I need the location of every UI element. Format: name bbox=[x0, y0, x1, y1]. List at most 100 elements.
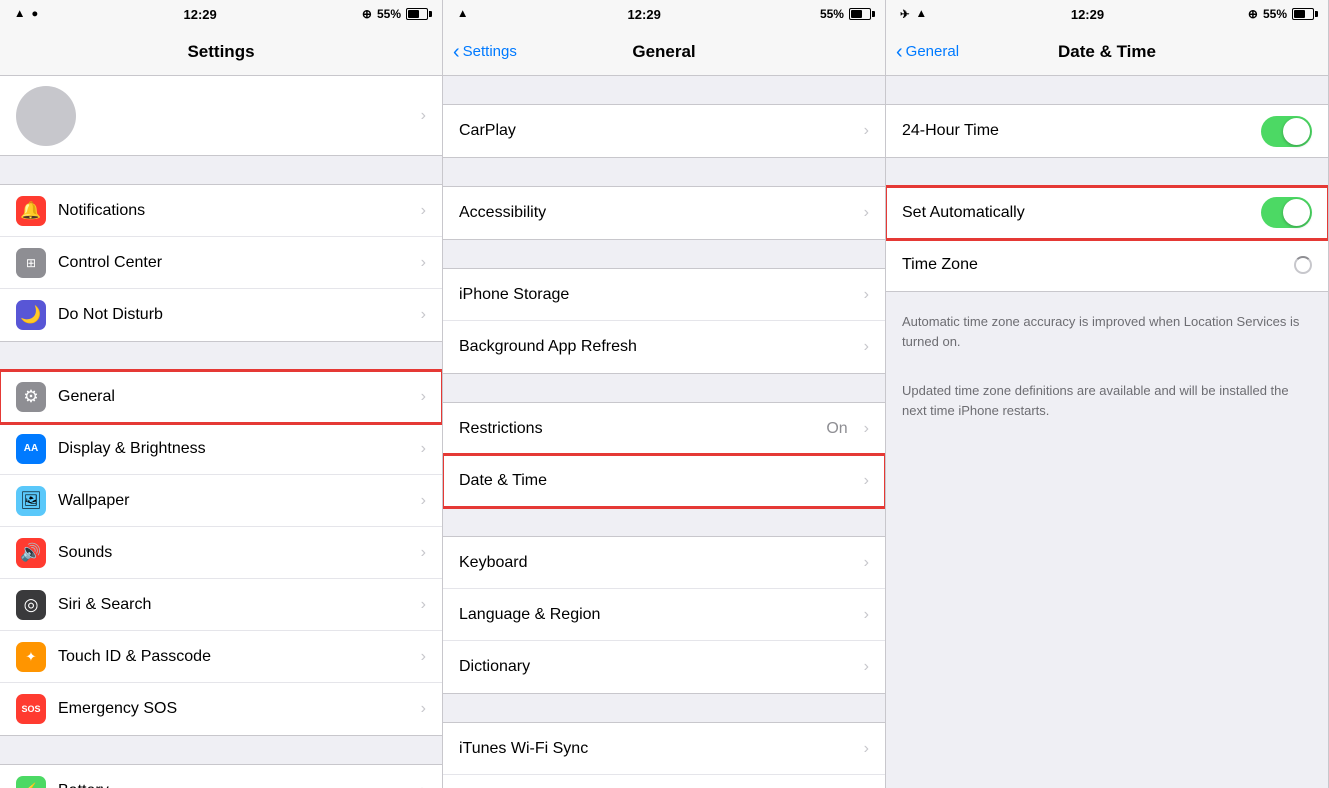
settings-group-3: ⚡ Battery › ✋ Privacy › bbox=[0, 764, 442, 788]
plane-icon: ✈ bbox=[900, 7, 910, 21]
nav-bar-1: Settings bbox=[0, 28, 442, 76]
set-auto-label: Set Automatically bbox=[902, 204, 1261, 222]
status-bar-1: ▲ ● 12:29 ⊕ 55% bbox=[0, 0, 442, 28]
general-group-2: Accessibility › bbox=[443, 186, 885, 240]
restrictions-label: Restrictions bbox=[459, 420, 814, 438]
avatar bbox=[16, 86, 76, 146]
row-touch-id[interactable]: ✦ Touch ID & Passcode › bbox=[0, 631, 442, 683]
battery-row-icon: ⚡ bbox=[16, 776, 46, 788]
settings-panel: ▲ ● 12:29 ⊕ 55% Settings › 🔔 Notificatio… bbox=[0, 0, 443, 788]
battery-percent-2: 55% bbox=[820, 7, 844, 21]
control-center-chevron: › bbox=[421, 254, 426, 272]
date-time-chevron: › bbox=[864, 472, 869, 490]
row-vpn[interactable]: VPN Not Connected › bbox=[443, 775, 885, 788]
dt-group-1: 24-Hour Time bbox=[886, 104, 1328, 158]
row-itunes-wifi-sync[interactable]: iTunes Wi-Fi Sync › bbox=[443, 723, 885, 775]
dt-back-label: General bbox=[906, 43, 959, 60]
sos-chevron: › bbox=[421, 700, 426, 718]
battery-icon-2 bbox=[849, 8, 871, 20]
row-sounds[interactable]: 🔊 Sounds › bbox=[0, 527, 442, 579]
wallpaper-chevron: › bbox=[421, 492, 426, 510]
wifi-icon: ▲ bbox=[14, 8, 25, 20]
dt-group-2: Set Automatically Time Zone bbox=[886, 186, 1328, 292]
row-battery[interactable]: ⚡ Battery › bbox=[0, 765, 442, 788]
row-siri[interactable]: ◎ Siri & Search › bbox=[0, 579, 442, 631]
dictionary-chevron: › bbox=[864, 658, 869, 676]
notifications-chevron: › bbox=[421, 202, 426, 220]
row-iphone-storage[interactable]: iPhone Storage › bbox=[443, 269, 885, 321]
battery-percent-3: 55% bbox=[1263, 7, 1287, 21]
general-label: General bbox=[58, 388, 409, 406]
row-24-hour-time[interactable]: 24-Hour Time bbox=[886, 105, 1328, 157]
row-bg-refresh[interactable]: Background App Refresh › bbox=[443, 321, 885, 373]
dt-scroll[interactable]: 24-Hour Time Set Automatically Time Zone… bbox=[886, 76, 1328, 788]
date-time-back-button[interactable]: ‹ General bbox=[896, 42, 959, 62]
general-group-1: CarPlay › bbox=[443, 104, 885, 158]
profile-row[interactable]: › bbox=[0, 76, 442, 156]
row-restrictions[interactable]: Restrictions On › bbox=[443, 403, 885, 455]
sounds-icon: 🔊 bbox=[16, 538, 46, 568]
status-right-3: ⊕ 55% bbox=[1248, 7, 1314, 21]
row-time-zone[interactable]: Time Zone bbox=[886, 239, 1328, 291]
dt-spacer-1 bbox=[886, 76, 1328, 104]
info-text-1: Automatic time zone accuracy is improved… bbox=[886, 302, 1328, 361]
row-notifications[interactable]: 🔔 Notifications › bbox=[0, 185, 442, 237]
row-keyboard[interactable]: Keyboard › bbox=[443, 537, 885, 589]
g-spacer-6 bbox=[443, 694, 885, 722]
dt-spacer-4 bbox=[886, 361, 1328, 371]
row-language-region[interactable]: Language & Region › bbox=[443, 589, 885, 641]
g-spacer-5 bbox=[443, 508, 885, 536]
g-spacer-3 bbox=[443, 240, 885, 268]
nav-title-3: Date & Time bbox=[1058, 42, 1156, 62]
status-right-1: ⊕ 55% bbox=[362, 7, 428, 21]
settings-group-2: ⚙ General › AA Display & Brightness › 🖼 … bbox=[0, 370, 442, 736]
wifi-sync-chevron: › bbox=[864, 740, 869, 758]
bg-refresh-label: Background App Refresh bbox=[459, 338, 852, 356]
row-carplay[interactable]: CarPlay › bbox=[443, 105, 885, 157]
language-region-label: Language & Region bbox=[459, 606, 852, 624]
iphone-storage-label: iPhone Storage bbox=[459, 286, 852, 304]
nav-bar-3: ‹ General Date & Time bbox=[886, 28, 1328, 76]
24-hour-toggle[interactable] bbox=[1261, 116, 1312, 147]
row-set-automatically[interactable]: Set Automatically bbox=[886, 187, 1328, 239]
set-auto-toggle[interactable] bbox=[1261, 197, 1312, 228]
general-panel: ▲ 12:29 55% ‹ Settings General CarPlay ›… bbox=[443, 0, 886, 788]
status-time-2: 12:29 bbox=[628, 7, 661, 22]
status-bar-3: ✈ ▲ 12:29 ⊕ 55% bbox=[886, 0, 1328, 28]
touch-id-icon: ✦ bbox=[16, 642, 46, 672]
date-time-panel: ✈ ▲ 12:29 ⊕ 55% ‹ General Date & Time 24… bbox=[886, 0, 1329, 788]
general-back-label: Settings bbox=[463, 43, 517, 60]
row-display[interactable]: AA Display & Brightness › bbox=[0, 423, 442, 475]
row-wallpaper[interactable]: 🖼 Wallpaper › bbox=[0, 475, 442, 527]
row-do-not-disturb[interactable]: 🌙 Do Not Disturb › bbox=[0, 289, 442, 341]
wallpaper-icon: 🖼 bbox=[16, 486, 46, 516]
display-icon: AA bbox=[16, 434, 46, 464]
back-chevron-icon: ‹ bbox=[453, 42, 460, 62]
touch-id-chevron: › bbox=[421, 648, 426, 666]
row-date-time[interactable]: Date & Time › bbox=[443, 455, 885, 507]
siri-chevron: › bbox=[421, 596, 426, 614]
language-chevron: › bbox=[864, 606, 869, 624]
time-zone-loading bbox=[1294, 256, 1312, 274]
row-dictionary[interactable]: Dictionary › bbox=[443, 641, 885, 693]
notifications-icon: 🔔 bbox=[16, 196, 46, 226]
status-time-1: 12:29 bbox=[184, 7, 217, 22]
row-accessibility[interactable]: Accessibility › bbox=[443, 187, 885, 239]
nav-title-1: Settings bbox=[187, 42, 254, 62]
spacer-3 bbox=[0, 736, 442, 764]
do-not-disturb-label: Do Not Disturb bbox=[58, 306, 409, 324]
battery-percent-1: 55% bbox=[377, 7, 401, 21]
wifi-icon-2: ▲ bbox=[457, 8, 468, 20]
row-general[interactable]: ⚙ General › bbox=[0, 371, 442, 423]
status-left-2: ▲ bbox=[457, 8, 468, 20]
wifi-icon-3: ▲ bbox=[916, 8, 927, 20]
settings-scroll[interactable]: › 🔔 Notifications › ⊞ Control Center › 🌙… bbox=[0, 76, 442, 788]
row-emergency-sos[interactable]: SOS Emergency SOS › bbox=[0, 683, 442, 735]
status-left-1: ▲ ● bbox=[14, 8, 38, 20]
control-center-label: Control Center bbox=[58, 254, 409, 272]
sounds-label: Sounds bbox=[58, 544, 409, 562]
general-icon: ⚙ bbox=[16, 382, 46, 412]
general-scroll[interactable]: CarPlay › Accessibility › iPhone Storage… bbox=[443, 76, 885, 788]
row-control-center[interactable]: ⊞ Control Center › bbox=[0, 237, 442, 289]
general-back-button[interactable]: ‹ Settings bbox=[453, 42, 517, 62]
